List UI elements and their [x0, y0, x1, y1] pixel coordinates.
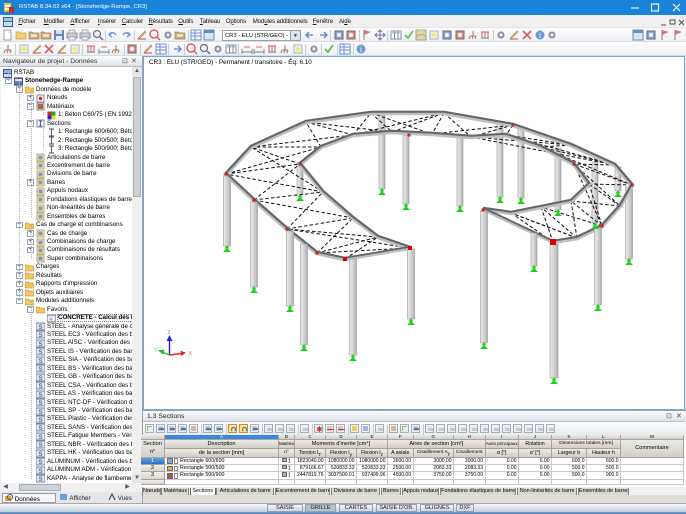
- svg-text:Y: Y: [154, 348, 158, 354]
- svg-text:X: X: [188, 352, 192, 358]
- svg-text:z: z: [167, 329, 171, 336]
